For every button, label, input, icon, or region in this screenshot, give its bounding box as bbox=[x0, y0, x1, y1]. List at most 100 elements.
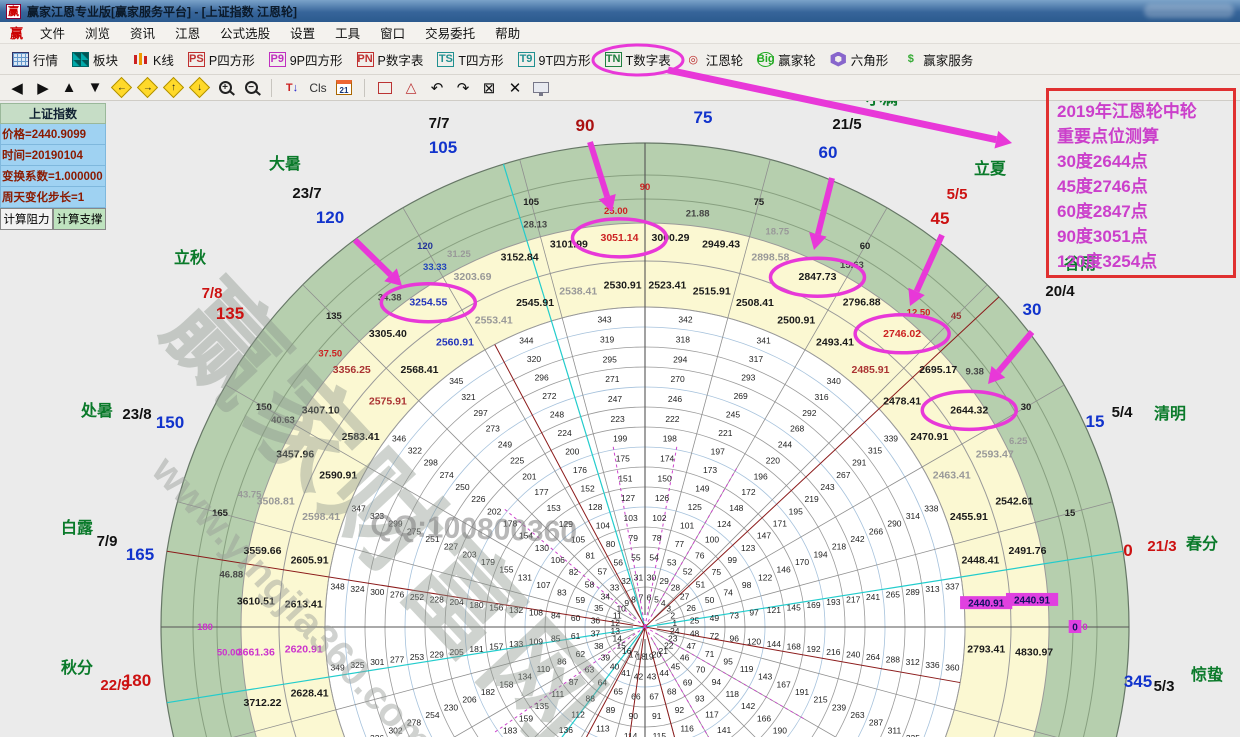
toolbar-button-P数字表[interactable]: PNP数字表 bbox=[351, 48, 430, 71]
step-right-icon[interactable]: → bbox=[138, 78, 156, 98]
center-cross-icon[interactable]: ✕ bbox=[506, 78, 524, 98]
svg-text:343: 343 bbox=[597, 315, 611, 325]
svg-text:30: 30 bbox=[647, 572, 657, 582]
annotation-line-7: 120度3254点 bbox=[1057, 249, 1225, 274]
zoom-out-icon[interactable]: − bbox=[242, 78, 260, 98]
cls-button[interactable]: Cls bbox=[309, 78, 327, 98]
toolbar-button-行情[interactable]: 行情 bbox=[6, 48, 64, 71]
app-window: 1234567891011121314151617181920212223242… bbox=[0, 0, 1240, 737]
svg-text:90: 90 bbox=[640, 182, 651, 193]
svg-text:271: 271 bbox=[605, 374, 619, 384]
step-left-icon[interactable]: ← bbox=[112, 78, 130, 98]
step-down-icon[interactable]: ↓ bbox=[190, 78, 208, 98]
menu-item-3[interactable]: 资讯 bbox=[121, 21, 164, 44]
toolbar-button-P四方形[interactable]: PSP四方形 bbox=[182, 48, 261, 71]
menu-item-10[interactable]: 帮助 bbox=[486, 21, 529, 44]
toolbar-label: 赢家轮 bbox=[778, 50, 816, 69]
svg-text:335: 335 bbox=[906, 733, 920, 737]
toolbar-button-9T四方形[interactable]: T99T四方形 bbox=[512, 48, 597, 71]
svg-text:169: 169 bbox=[806, 600, 820, 610]
toolbar-button-板块[interactable]: 板块 bbox=[66, 48, 124, 71]
calc-button-2[interactable]: 计算支撑 bbox=[53, 208, 106, 230]
t-down-icon[interactable]: T↓ bbox=[283, 78, 301, 98]
svg-text:2455.91: 2455.91 bbox=[950, 511, 988, 523]
svg-text:193: 193 bbox=[826, 597, 840, 607]
window-controls[interactable] bbox=[1144, 4, 1234, 18]
svg-text:340: 340 bbox=[827, 376, 841, 386]
menu-item-6[interactable]: 设置 bbox=[281, 21, 324, 44]
svg-text:217: 217 bbox=[846, 595, 860, 605]
draw-triangle-icon[interactable]: △ bbox=[402, 78, 420, 98]
svg-text:处暑: 处暑 bbox=[80, 401, 113, 420]
svg-text:225: 225 bbox=[510, 455, 524, 465]
svg-text:249: 249 bbox=[498, 440, 512, 450]
toolbar-separator bbox=[271, 79, 272, 97]
toolbar-button-9P四方形[interactable]: P99P四方形 bbox=[263, 48, 349, 71]
draw-rect-icon[interactable] bbox=[376, 78, 394, 98]
svg-text:67: 67 bbox=[649, 691, 659, 701]
svg-text:241: 241 bbox=[866, 592, 880, 602]
toolbar-label: 六角形 bbox=[851, 50, 889, 69]
svg-text:5: 5 bbox=[654, 594, 659, 604]
svg-text:49: 49 bbox=[710, 613, 720, 623]
svg-text:244: 244 bbox=[778, 440, 792, 450]
screen-icon[interactable] bbox=[532, 78, 550, 98]
svg-text:2508.41: 2508.41 bbox=[736, 297, 774, 309]
toolbar-label: K线 bbox=[153, 50, 174, 69]
svg-text:345: 345 bbox=[1124, 672, 1152, 691]
svg-text:21.88: 21.88 bbox=[686, 208, 710, 219]
toolbar-button-T四方形[interactable]: TST四方形 bbox=[431, 48, 509, 71]
svg-text:143: 143 bbox=[758, 672, 772, 682]
svg-text:9.38: 9.38 bbox=[965, 367, 984, 378]
box-x-icon[interactable]: ⊠ bbox=[480, 78, 498, 98]
toolbar-button-T数字表[interactable]: TNT数字表 bbox=[599, 48, 677, 71]
toolbar-label: P数字表 bbox=[378, 50, 424, 69]
rotate-down-icon[interactable]: ▼ bbox=[86, 78, 104, 98]
svg-text:59: 59 bbox=[576, 595, 586, 605]
zoom-in-icon[interactable]: + bbox=[216, 78, 234, 98]
menu-item-4[interactable]: 江恩 bbox=[166, 21, 209, 44]
toolbar-button-江恩轮[interactable]: ◎江恩轮 bbox=[679, 48, 750, 71]
svg-text:313: 313 bbox=[925, 584, 939, 594]
menu-item-8[interactable]: 窗口 bbox=[371, 21, 414, 44]
badge-icon: TN bbox=[605, 52, 622, 67]
svg-text:115: 115 bbox=[653, 731, 667, 737]
svg-text:0: 0 bbox=[1072, 623, 1078, 634]
nav-back-icon[interactable]: ◀ bbox=[8, 78, 26, 98]
svg-text:99: 99 bbox=[728, 555, 738, 565]
svg-text:2478.41: 2478.41 bbox=[883, 396, 921, 408]
svg-text:43: 43 bbox=[647, 672, 657, 682]
nav-forward-icon[interactable]: ▶ bbox=[34, 78, 52, 98]
menu-item-2[interactable]: 浏览 bbox=[76, 21, 119, 44]
svg-text:314: 314 bbox=[906, 511, 920, 521]
calendar-icon[interactable]: 21 bbox=[335, 78, 353, 98]
svg-text:150: 150 bbox=[657, 473, 671, 483]
menu-item-1[interactable]: 文件 bbox=[31, 21, 74, 44]
annotation-line-5: 60度2847点 bbox=[1057, 199, 1225, 224]
toolbar-button-赢家服务[interactable]: $赢家服务 bbox=[896, 48, 979, 71]
toolbar-label: T四方形 bbox=[458, 50, 503, 69]
toolbar-button-赢家轮[interactable]: Big 赢家轮 bbox=[751, 48, 822, 71]
toolbar-button-六角形[interactable]: 六角形 bbox=[824, 48, 895, 71]
menu-item-9[interactable]: 交易委托 bbox=[416, 21, 484, 44]
rotate-ccw-icon[interactable]: ↶ bbox=[428, 78, 446, 98]
svg-text:224: 224 bbox=[558, 428, 572, 438]
step-up-icon[interactable]: ↑ bbox=[164, 78, 182, 98]
toolbar-button-K线[interactable]: K线 bbox=[126, 48, 180, 71]
svg-text:167: 167 bbox=[776, 679, 790, 689]
svg-text:274: 274 bbox=[440, 470, 454, 480]
svg-text:7: 7 bbox=[639, 592, 644, 602]
svg-text:147: 147 bbox=[757, 531, 771, 541]
menu-item-5[interactable]: 公式选股 bbox=[211, 21, 279, 44]
rotate-up-icon[interactable]: ▲ bbox=[60, 78, 78, 98]
rotate-cw-icon[interactable]: ↷ bbox=[454, 78, 472, 98]
calc-button-1[interactable]: 计算阻力 bbox=[0, 208, 53, 230]
svg-text:264: 264 bbox=[866, 652, 880, 662]
candle-icon bbox=[132, 52, 149, 67]
svg-text:317: 317 bbox=[749, 354, 763, 364]
svg-text:31.25: 31.25 bbox=[447, 249, 471, 260]
svg-text:80: 80 bbox=[606, 539, 616, 549]
big-icon: Big bbox=[757, 52, 774, 67]
badge-icon: T9 bbox=[518, 52, 535, 67]
menu-item-7[interactable]: 工具 bbox=[326, 21, 369, 44]
